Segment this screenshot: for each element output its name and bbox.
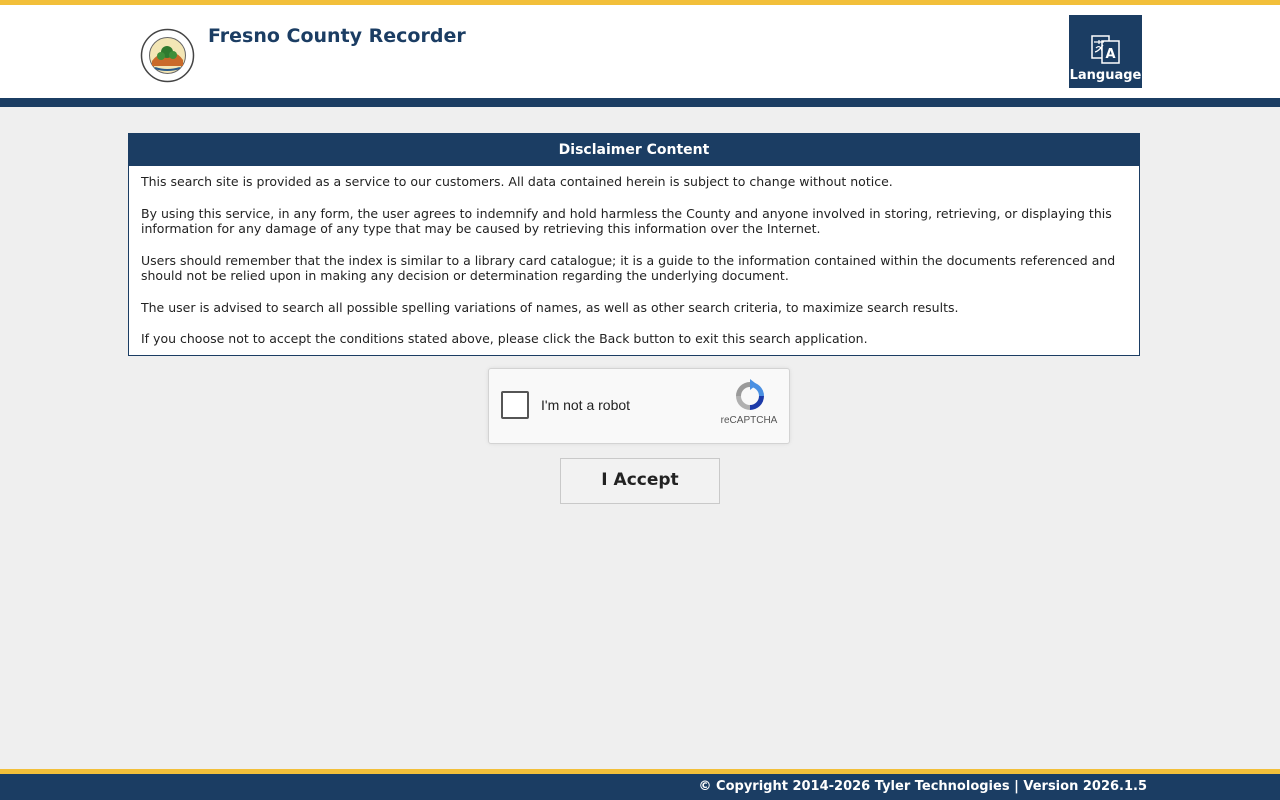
disclaimer-paragraph: By using this service, in any form, the … [141, 205, 1112, 237]
disclaimer-heading: Disclaimer Content [129, 134, 1139, 166]
header-divider-bar [0, 98, 1280, 107]
translate-icon: A [1091, 35, 1120, 64]
county-seal-icon [140, 28, 195, 83]
recaptcha-logo-icon [736, 379, 764, 410]
disclaimer-paragraph: This search site is provided as a servic… [141, 174, 893, 189]
recaptcha-label: I'm not a robot [541, 397, 631, 413]
disclaimer-paragraph: If you choose not to accept the conditio… [141, 331, 868, 346]
language-label: Language [1069, 68, 1142, 83]
disclaimer-body: This search site is provided as a servic… [129, 166, 1139, 347]
disclaimer-paragraph: Users should remember that the index is … [141, 252, 1116, 284]
site-footer: © Copyright 2014-2026 Tyler Technologies… [0, 774, 1280, 800]
disclaimer-panel: Disclaimer Content This search site is p… [128, 133, 1140, 356]
accept-button[interactable]: I Accept [560, 458, 720, 504]
site-title: Fresno County Recorder [208, 25, 466, 47]
svg-text:A: A [1105, 47, 1115, 62]
recaptcha-checkbox[interactable] [501, 391, 529, 419]
recaptcha-widget: I'm not a robot reCAPTCHA [488, 368, 790, 444]
disclaimer-paragraph: The user is advised to search all possib… [141, 299, 959, 315]
language-button[interactable]: A Language [1069, 15, 1142, 88]
recaptcha-brand: reCAPTCHA [720, 415, 778, 426]
copyright-text: © Copyright 2014-2026 Tyler Technologies… [698, 779, 1147, 794]
